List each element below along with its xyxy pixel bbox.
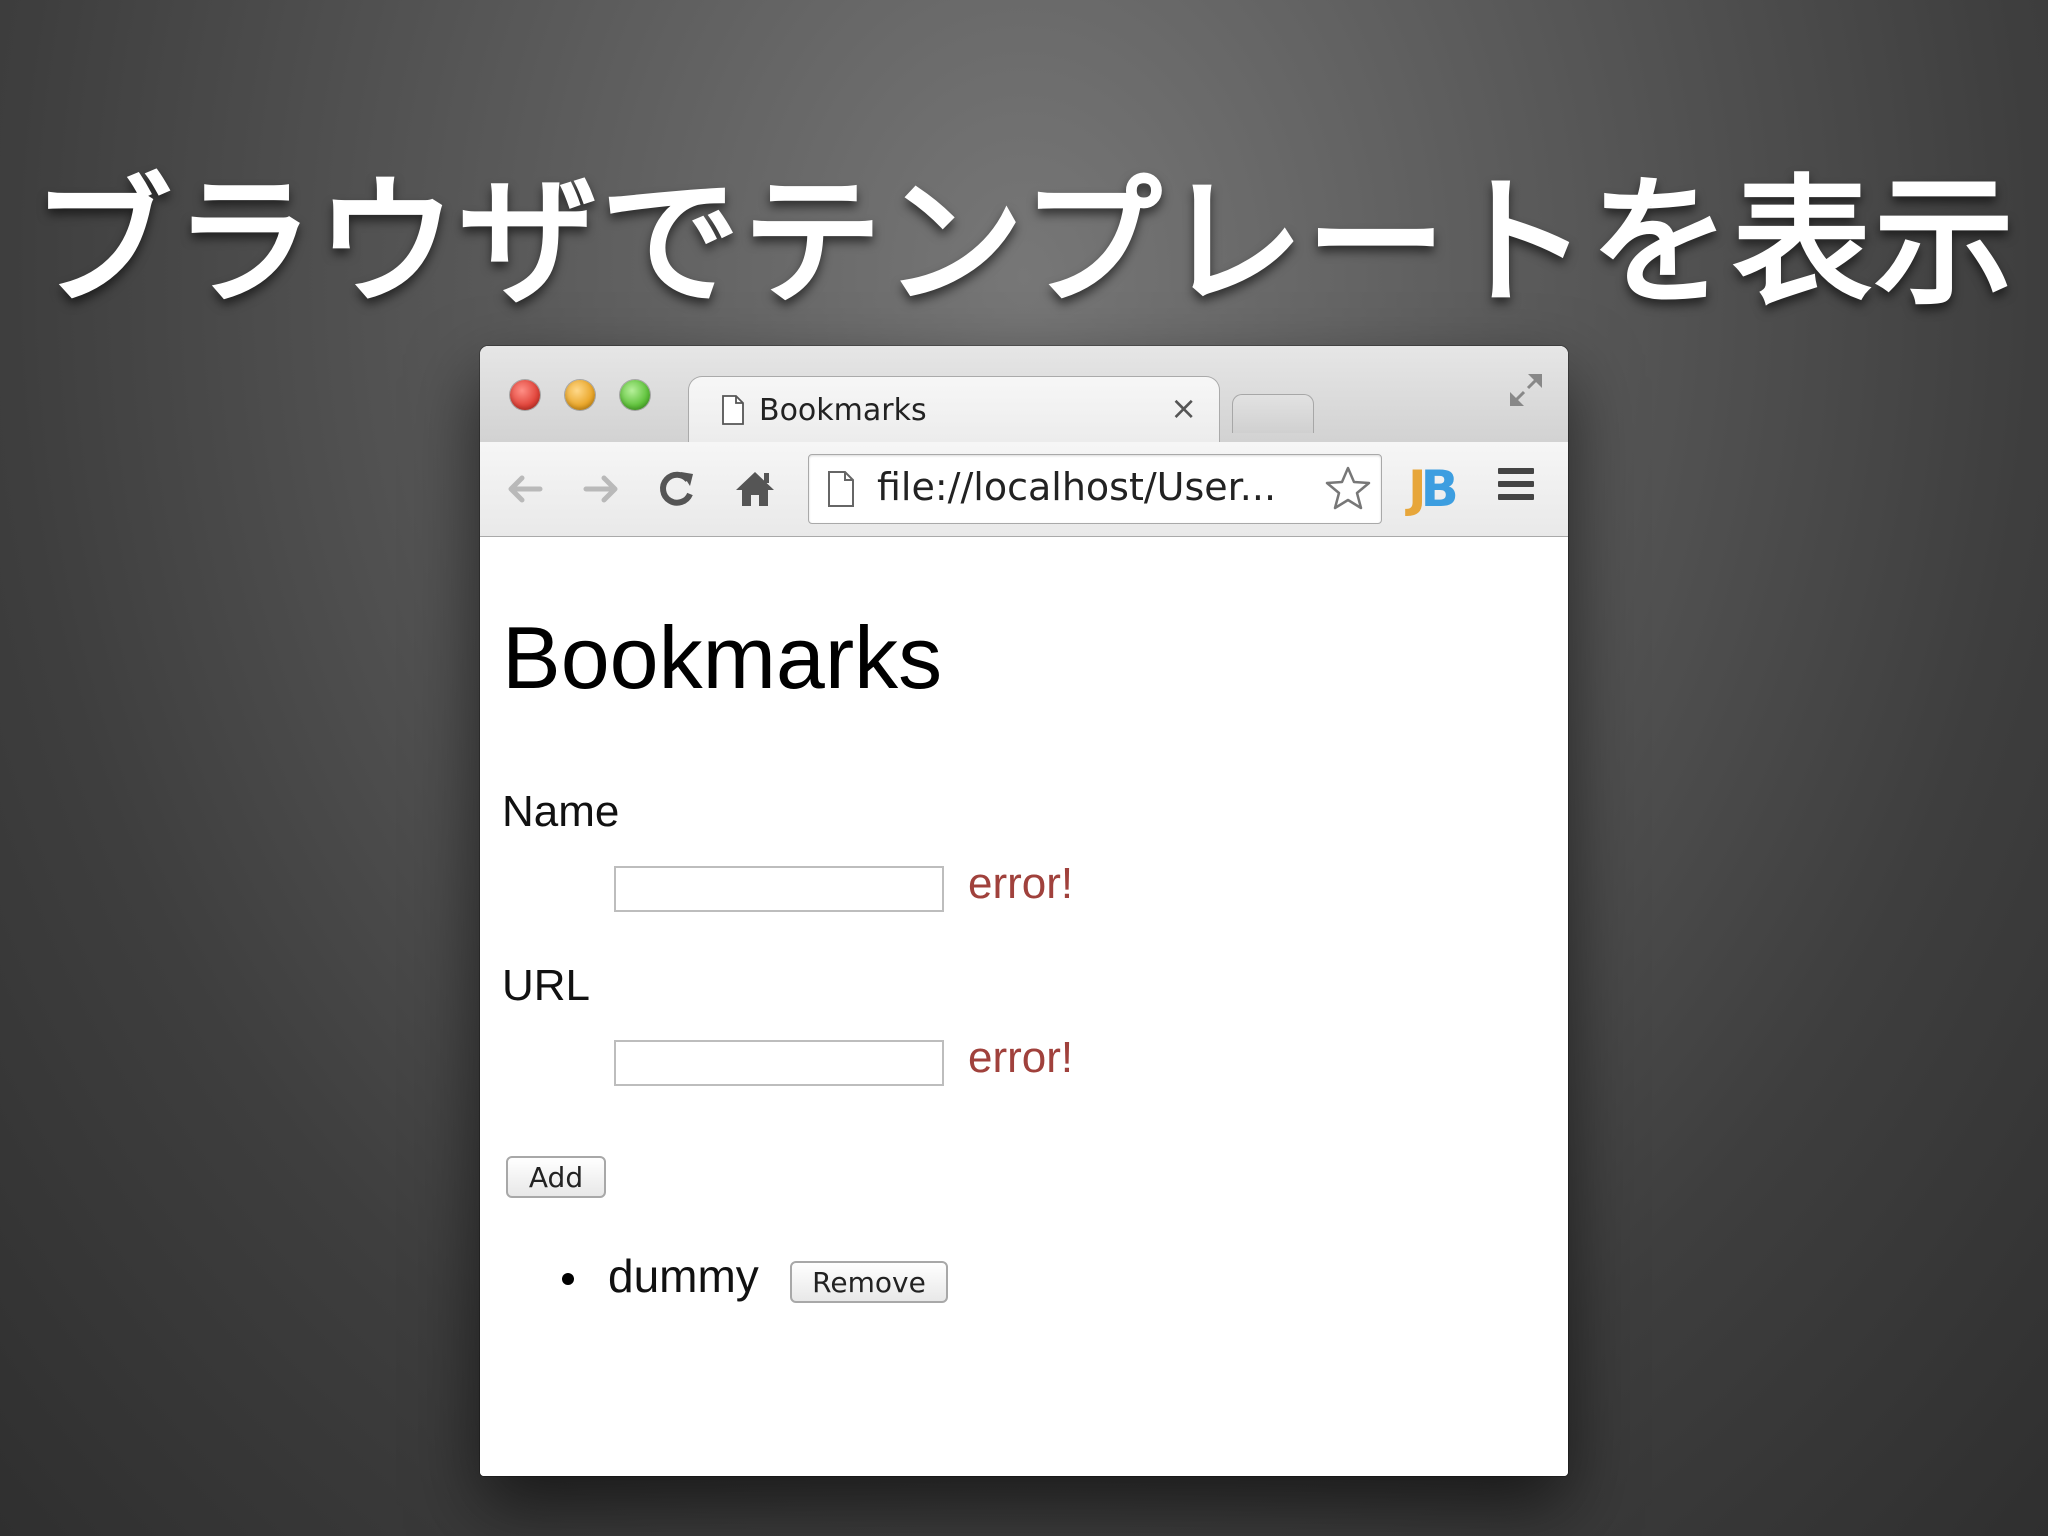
page-content: Bookmarks Name error! URL error! Add dum… xyxy=(480,537,1568,1476)
url-text[interactable]: file://localhost/User... xyxy=(877,465,1276,509)
address-bar[interactable]: file://localhost/User... xyxy=(808,454,1382,524)
bookmark-name: dummy xyxy=(608,1250,759,1302)
extension-jb-icon[interactable]: JB xyxy=(1408,460,1459,518)
name-label: Name xyxy=(502,787,620,836)
back-arrow-icon[interactable] xyxy=(500,464,550,514)
add-button[interactable]: Add xyxy=(506,1156,606,1198)
url-label: URL xyxy=(502,961,591,1010)
zoom-window-button[interactable] xyxy=(620,380,650,410)
document-icon xyxy=(722,395,744,425)
title-bar: Bookmarks × xyxy=(480,346,1568,443)
home-icon[interactable] xyxy=(730,464,780,514)
tab-bookmarks[interactable]: Bookmarks × xyxy=(688,376,1220,443)
reload-icon[interactable] xyxy=(652,464,702,514)
url-error-text: error! xyxy=(968,1033,1074,1082)
page-heading: Bookmarks xyxy=(502,608,943,707)
close-window-button[interactable] xyxy=(510,380,540,410)
list-bullet xyxy=(562,1273,574,1285)
menu-icon[interactable] xyxy=(1498,468,1534,508)
page-document-icon xyxy=(828,471,854,507)
name-error-text: error! xyxy=(968,859,1074,908)
tab-close-icon[interactable]: × xyxy=(1170,389,1197,427)
new-tab-button[interactable] xyxy=(1232,394,1314,433)
slide-title: ブラウザでテンプレートを表示 xyxy=(32,162,2016,325)
tab-title: Bookmarks xyxy=(759,393,927,428)
minimize-window-button[interactable] xyxy=(565,380,595,410)
url-input[interactable] xyxy=(614,1040,944,1086)
browser-toolbar: file://localhost/User... JB xyxy=(480,442,1568,537)
name-input[interactable] xyxy=(614,866,944,912)
browser-window: Bookmarks × file://localhost/User... JB … xyxy=(480,346,1568,1476)
remove-button[interactable]: Remove xyxy=(790,1261,948,1303)
fullscreen-icon[interactable] xyxy=(1506,370,1546,410)
forward-arrow-icon[interactable] xyxy=(576,464,626,514)
bookmark-star-icon[interactable] xyxy=(1323,463,1373,513)
